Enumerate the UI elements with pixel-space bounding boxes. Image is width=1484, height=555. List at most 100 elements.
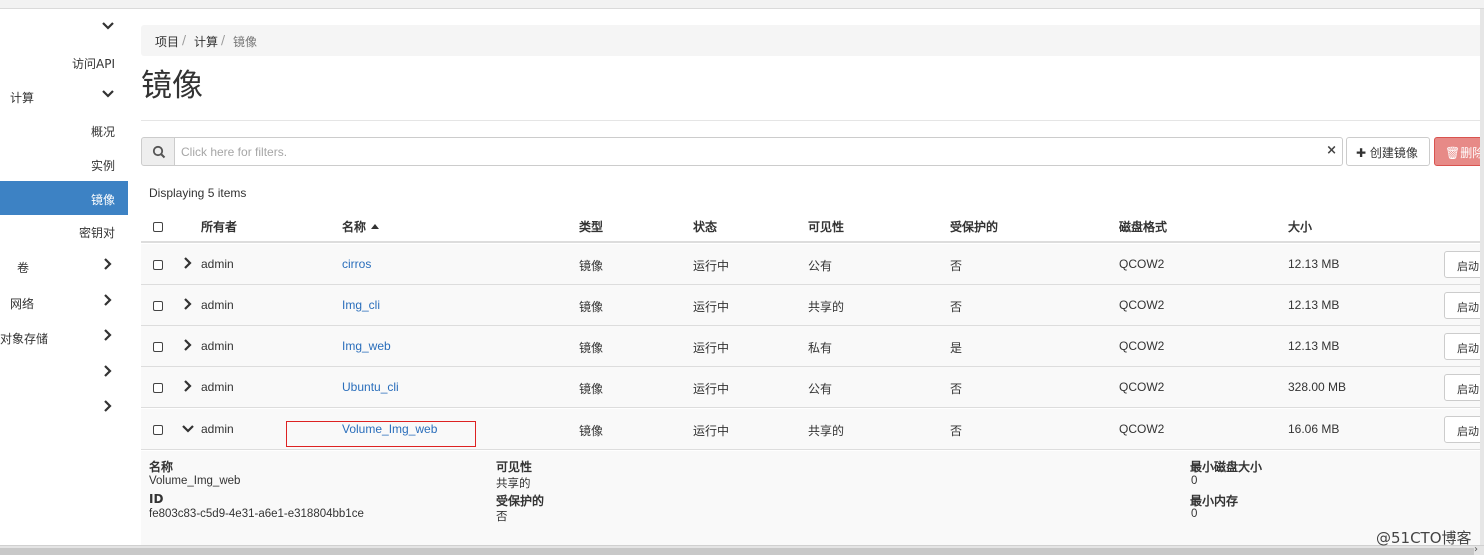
table-row: admin Img_cli 镜像 运行中 共享的 否 QCOW2 12.13 M… xyxy=(141,285,1484,326)
table-row: admin Img_web 镜像 运行中 私有 是 QCOW2 12.13 MB… xyxy=(141,326,1484,367)
create-image-button[interactable]: ✚ 创建镜像 xyxy=(1346,137,1430,166)
cell-protected: 否 xyxy=(950,382,963,396)
row-checkbox[interactable] xyxy=(153,383,163,393)
row-checkbox[interactable] xyxy=(153,425,163,435)
chevron-down-icon xyxy=(102,87,114,101)
sidebar-item-label: 访问API xyxy=(72,57,115,71)
chevron-right-icon[interactable] xyxy=(181,379,193,393)
chevron-right-icon[interactable] xyxy=(181,297,193,311)
chevron-right-icon xyxy=(102,293,112,307)
sidebar-item-instances[interactable]: 实例 xyxy=(0,147,128,181)
cell-owner: admin xyxy=(201,257,234,271)
cell-status: 运行中 xyxy=(693,341,730,355)
detail-protected-label: 受保护的 xyxy=(496,494,545,508)
sidebar-item-label: 计算 xyxy=(10,91,35,105)
cell-protected: 否 xyxy=(950,424,963,438)
sidebar-item-label: 网络 xyxy=(10,297,35,311)
launch-button[interactable]: 启动 xyxy=(1444,251,1484,278)
launch-button[interactable]: 启动 xyxy=(1444,374,1484,401)
sidebar-item-key-pairs[interactable]: 密钥对 xyxy=(0,214,128,248)
cell-size: 12.13 MB xyxy=(1288,339,1340,353)
watermark: @51CTO博客 xyxy=(1376,529,1472,547)
cell-status: 运行中 xyxy=(693,259,730,273)
chevron-right-icon[interactable] xyxy=(181,338,193,352)
table-row-expanded: admin Volume_Img_web 镜像 运行中 共享的 否 QCOW2 … xyxy=(141,409,1484,450)
table-header: 所有者 名称 类型 状态 可见性 受保护的 磁盘格式 大小 xyxy=(141,209,1484,243)
clear-filter-icon[interactable]: × xyxy=(1326,144,1337,158)
sidebar-item-overview[interactable]: 概况 xyxy=(0,113,128,147)
cell-visibility: 共享的 xyxy=(808,424,845,438)
sidebar-item-collapsed-group[interactable] xyxy=(0,11,128,45)
launch-button[interactable]: 启动 xyxy=(1444,292,1484,319)
cell-type: 镜像 xyxy=(579,300,604,314)
image-name-link[interactable]: cirros xyxy=(342,257,371,271)
sidebar-item-compute[interactable]: 计算 xyxy=(0,79,128,113)
launch-button-label: 启动 xyxy=(1457,383,1479,396)
detail-visibility-label: 可见性 xyxy=(496,460,533,474)
column-header-name[interactable]: 名称 xyxy=(342,218,380,235)
table-row: admin cirros 镜像 运行中 公有 否 QCOW2 12.13 MB … xyxy=(141,244,1484,285)
row-checkbox[interactable] xyxy=(153,342,163,352)
sidebar-item-volumes[interactable]: 卷 xyxy=(0,249,128,283)
chevron-right-icon[interactable] xyxy=(181,256,193,270)
sidebar-item-label: 镜像 xyxy=(90,193,115,207)
sidebar-item-label: 概况 xyxy=(90,125,115,139)
image-name-link[interactable]: Volume_Img_web xyxy=(342,422,437,436)
sidebar-item-network[interactable]: 网络 xyxy=(0,285,128,319)
divider xyxy=(141,120,1484,121)
scroll-right-arrow-icon[interactable]: › xyxy=(1474,545,1478,555)
cell-size: 328.00 MB xyxy=(1288,380,1347,394)
chevron-right-icon xyxy=(102,257,112,271)
cell-owner: admin xyxy=(201,298,234,312)
cell-disk-format: QCOW2 xyxy=(1119,339,1165,353)
search-icon[interactable] xyxy=(141,137,175,166)
sidebar-item-label: 对象存储 xyxy=(0,332,49,346)
sidebar-item-api-access[interactable]: 访问API xyxy=(0,45,128,79)
sidebar-item-label: 实例 xyxy=(90,159,115,173)
cell-owner: admin xyxy=(201,380,234,394)
breadcrumb: 项目 / 计算 / 镜像 xyxy=(141,25,1484,56)
cell-type: 镜像 xyxy=(579,341,604,355)
page-title: 镜像 xyxy=(141,68,203,104)
column-header-type[interactable]: 类型 xyxy=(579,218,603,235)
column-header-owner[interactable]: 所有者 xyxy=(201,218,237,235)
detail-min-ram-value: 0 xyxy=(1191,508,1198,520)
sidebar-item-label: 卷 xyxy=(17,261,30,275)
chevron-down-icon xyxy=(102,19,114,33)
vertical-scrollbar[interactable] xyxy=(1480,9,1484,545)
top-bar xyxy=(0,0,1484,9)
row-checkbox[interactable] xyxy=(153,260,163,270)
detail-protected-value: 否 xyxy=(496,511,508,523)
cell-disk-format: QCOW2 xyxy=(1119,257,1165,271)
sidebar-item-label: 密钥对 xyxy=(78,226,115,240)
sidebar-item-images[interactable]: 镜像 xyxy=(0,181,128,215)
sidebar-item-collapsed-group[interactable] xyxy=(0,356,128,390)
launch-button[interactable]: 启动 xyxy=(1444,333,1484,360)
filter-input[interactable] xyxy=(174,137,1343,166)
breadcrumb-item[interactable]: 计算 xyxy=(194,33,218,50)
chevron-down-icon[interactable] xyxy=(181,421,194,435)
sidebar-item-object-store[interactable]: 对象存储 xyxy=(0,320,128,354)
column-header-protected[interactable]: 受保护的 xyxy=(950,218,998,235)
cell-visibility: 私有 xyxy=(808,341,833,355)
image-name-link[interactable]: Img_cli xyxy=(342,298,380,312)
sidebar-item-collapsed-group[interactable] xyxy=(0,391,128,425)
column-header-status[interactable]: 状态 xyxy=(693,218,717,235)
image-name-link[interactable]: Ubuntu_cli xyxy=(342,380,399,394)
breadcrumb-item[interactable]: 项目 xyxy=(155,33,179,50)
table-summary: Displaying 5 items xyxy=(149,186,247,200)
row-checkbox[interactable] xyxy=(153,301,163,311)
launch-button[interactable]: 启动 xyxy=(1444,416,1484,443)
select-all-checkbox[interactable] xyxy=(153,222,163,232)
column-header-visibility[interactable]: 可见性 xyxy=(808,218,844,235)
column-header-size[interactable]: 大小 xyxy=(1288,218,1312,235)
image-name-link[interactable]: Img_web xyxy=(342,339,391,353)
column-header-disk-format[interactable]: 磁盘格式 xyxy=(1119,218,1167,235)
detail-name-value: Volume_Img_web xyxy=(149,475,241,487)
breadcrumb-separator: / xyxy=(182,33,187,47)
cell-status: 运行中 xyxy=(693,300,730,314)
delete-images-button[interactable]: 🗑删除 xyxy=(1434,137,1484,166)
cell-owner: admin xyxy=(201,339,234,353)
horizontal-scrollbar-thumb[interactable] xyxy=(0,548,1474,555)
cell-status: 运行中 xyxy=(693,382,730,396)
